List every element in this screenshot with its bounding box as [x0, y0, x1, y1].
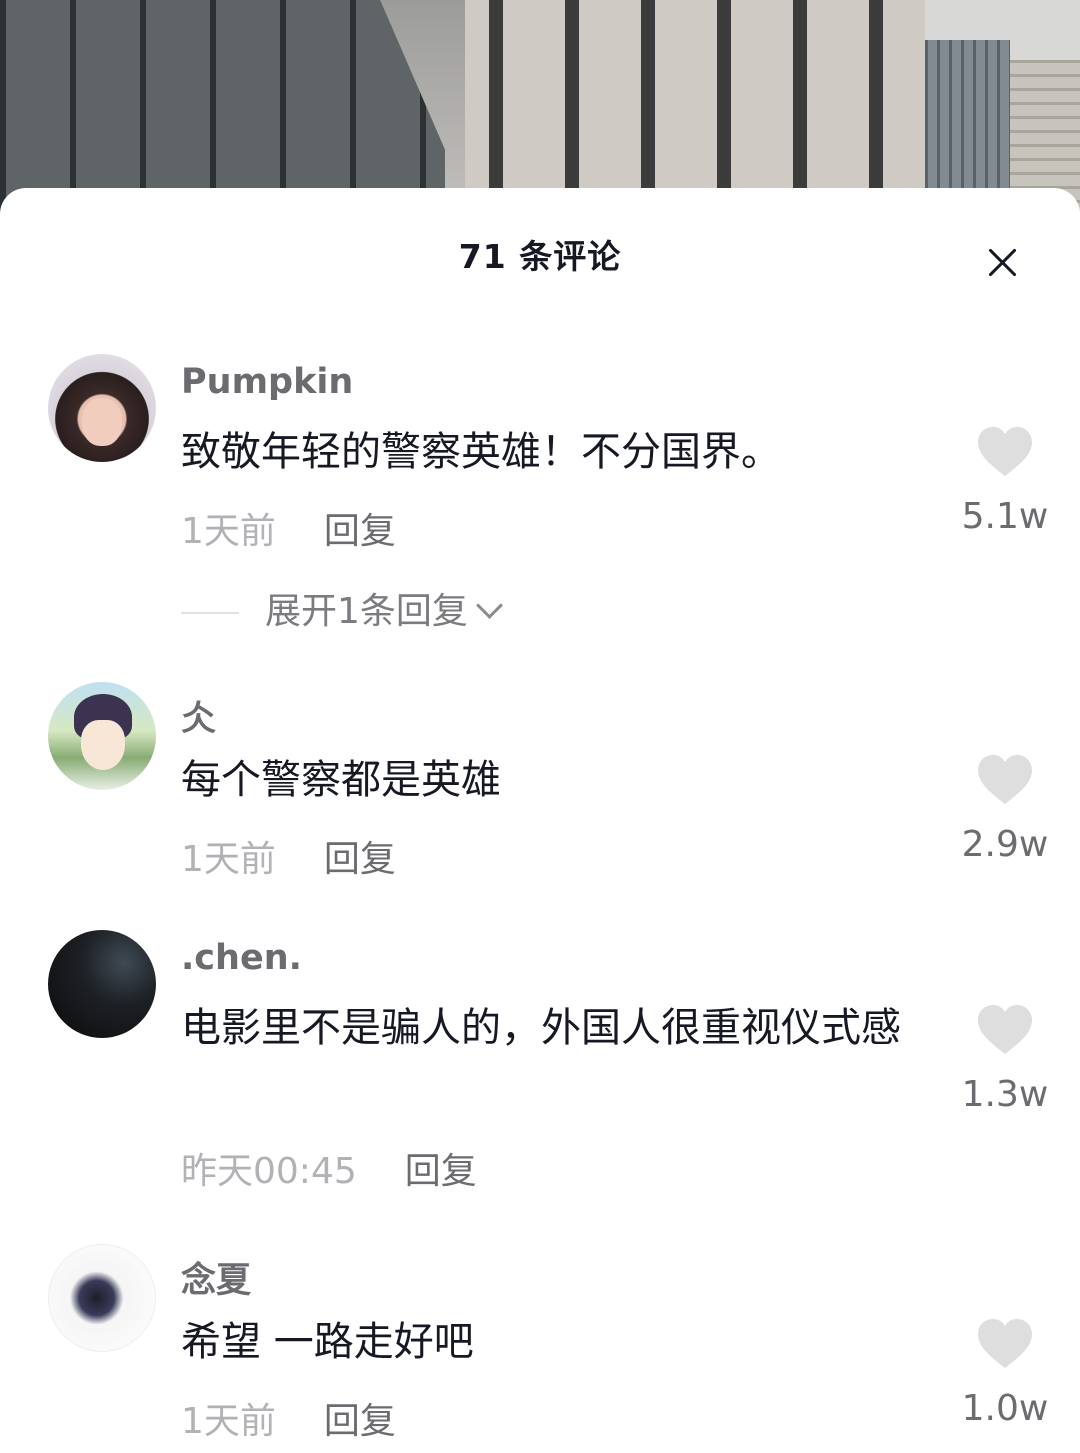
comment-text: 每个警察都是英雄 — [181, 757, 501, 803]
comment-meta: 1天前 回复 — [181, 502, 396, 554]
comment-time: 1天前 — [181, 1401, 276, 1442]
comment-username[interactable]: 念夏 — [181, 1252, 251, 1303]
reply-button[interactable]: 回复 — [324, 830, 396, 882]
heart-icon[interactable] — [976, 426, 1034, 478]
expand-divider — [181, 612, 239, 614]
reply-button[interactable]: 回复 — [324, 502, 396, 554]
comment-meta: 昨天00:45 回复 — [181, 1142, 477, 1194]
like-count: 1.3w — [961, 1074, 1049, 1115]
avatar[interactable] — [48, 682, 156, 790]
comment-username[interactable]: .chen. — [181, 938, 302, 978]
comment-username[interactable]: 仌 — [181, 690, 216, 741]
comment-time: 1天前 — [181, 511, 276, 552]
like-control[interactable]: 2.9w — [950, 754, 1060, 865]
like-count: 1.0w — [961, 1388, 1049, 1429]
avatar[interactable] — [48, 354, 156, 462]
comment-time: 1天前 — [181, 839, 276, 880]
avatar[interactable] — [48, 930, 156, 1038]
like-control[interactable]: 1.0w — [950, 1318, 1060, 1429]
chevron-down-icon — [475, 592, 503, 619]
expand-replies-label: 展开1条回复 — [265, 591, 468, 632]
close-icon[interactable] — [978, 238, 1026, 286]
like-control[interactable]: 1.3w — [950, 1004, 1060, 1115]
heart-icon[interactable] — [976, 1004, 1034, 1056]
heart-icon[interactable] — [976, 754, 1034, 806]
comment-text: 希望 一路走好吧 — [181, 1319, 474, 1365]
comment-count-title: 71 条评论 — [458, 237, 622, 276]
avatar[interactable] — [48, 1244, 156, 1352]
comment-meta: 1天前 回复 — [181, 1392, 396, 1444]
comment-text: 电影里不是骗人的，外国人很重视仪式感 — [181, 1005, 901, 1051]
comment-text: 致敬年轻的警察英雄！不分国界。 — [181, 429, 781, 475]
like-count: 5.1w — [961, 496, 1049, 537]
comment-username[interactable]: Pumpkin — [181, 362, 353, 402]
comment-sheet: 71 条评论 Pumpkin 致敬年轻的警察英雄！不分国界。 1天前 回复 5.1… — [0, 188, 1080, 1453]
comment-meta: 1天前 回复 — [181, 830, 396, 882]
heart-icon[interactable] — [976, 1318, 1034, 1370]
comment-time: 昨天00:45 — [181, 1151, 357, 1192]
like-count: 2.9w — [961, 824, 1049, 865]
expand-replies-button[interactable]: 展开1条回复 — [181, 582, 503, 634]
reply-button[interactable]: 回复 — [405, 1142, 477, 1194]
like-control[interactable]: 5.1w — [950, 426, 1060, 537]
reply-button[interactable]: 回复 — [324, 1392, 396, 1444]
